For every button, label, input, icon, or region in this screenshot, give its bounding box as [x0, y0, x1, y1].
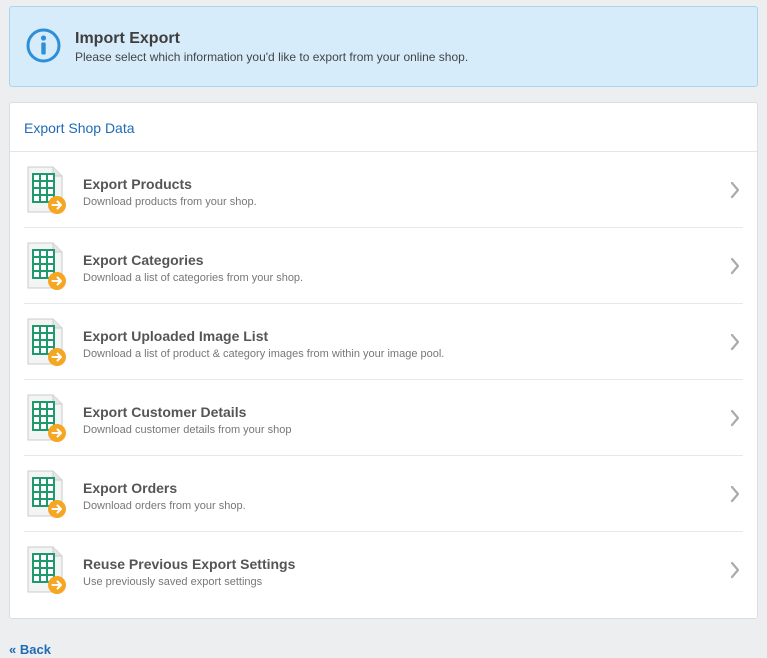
export-option-title: Export Customer Details — [83, 404, 247, 420]
export-option-description: Download products from your shop. — [83, 196, 257, 208]
page-title: Import Export — [75, 30, 180, 47]
spreadsheet-export-icon — [27, 242, 66, 290]
export-option-row[interactable]: Reuse Previous Export Settings Use previ… — [24, 532, 743, 608]
spreadsheet-export-icon — [27, 470, 66, 518]
export-option-description: Download a list of categories from your … — [83, 272, 304, 284]
chevron-right-icon — [730, 333, 740, 351]
export-option-description: Download orders from your shop. — [83, 500, 246, 512]
export-option-description: Download customer details from your shop — [83, 424, 292, 436]
chevron-right-icon — [730, 485, 740, 503]
chevron-right-icon — [730, 181, 740, 199]
export-option-title: Export Orders — [83, 480, 178, 496]
panel-header: Export Shop Data — [10, 103, 757, 152]
export-option-row[interactable]: Export Categories Download a list of cat… — [24, 228, 743, 304]
export-option-description: Use previously saved export settings — [83, 576, 263, 588]
page-description: Please select which information you'd li… — [75, 50, 469, 64]
spreadsheet-export-icon — [27, 394, 66, 442]
export-panel: Export Shop Data Export Products Downloa… — [9, 102, 758, 619]
chevron-right-icon — [730, 409, 740, 427]
back-link[interactable]: « Back — [9, 642, 51, 657]
chevron-right-icon — [730, 257, 740, 275]
export-option-title: Reuse Previous Export Settings — [83, 556, 296, 572]
export-option-row[interactable]: Export Uploaded Image List Download a li… — [24, 304, 743, 380]
chevron-right-icon — [730, 561, 740, 579]
spreadsheet-export-icon — [27, 318, 66, 366]
export-option-title: Export Products — [83, 176, 192, 192]
info-icon — [26, 28, 61, 63]
export-option-description: Download a list of product & category im… — [83, 348, 445, 360]
export-option-row[interactable]: Export Products Download products from y… — [24, 152, 743, 228]
panel-title: Export Shop Data — [24, 120, 135, 136]
export-option-row[interactable]: Export Orders Download orders from your … — [24, 456, 743, 532]
export-option-title: Export Uploaded Image List — [83, 328, 269, 344]
info-banner: Import Export Please select which inform… — [9, 6, 758, 87]
export-option-title: Export Categories — [83, 252, 204, 268]
spreadsheet-export-icon — [27, 166, 66, 214]
spreadsheet-export-icon — [27, 546, 66, 594]
export-options-list: Export Products Download products from y… — [10, 152, 757, 608]
export-option-row[interactable]: Export Customer Details Download custome… — [24, 380, 743, 456]
